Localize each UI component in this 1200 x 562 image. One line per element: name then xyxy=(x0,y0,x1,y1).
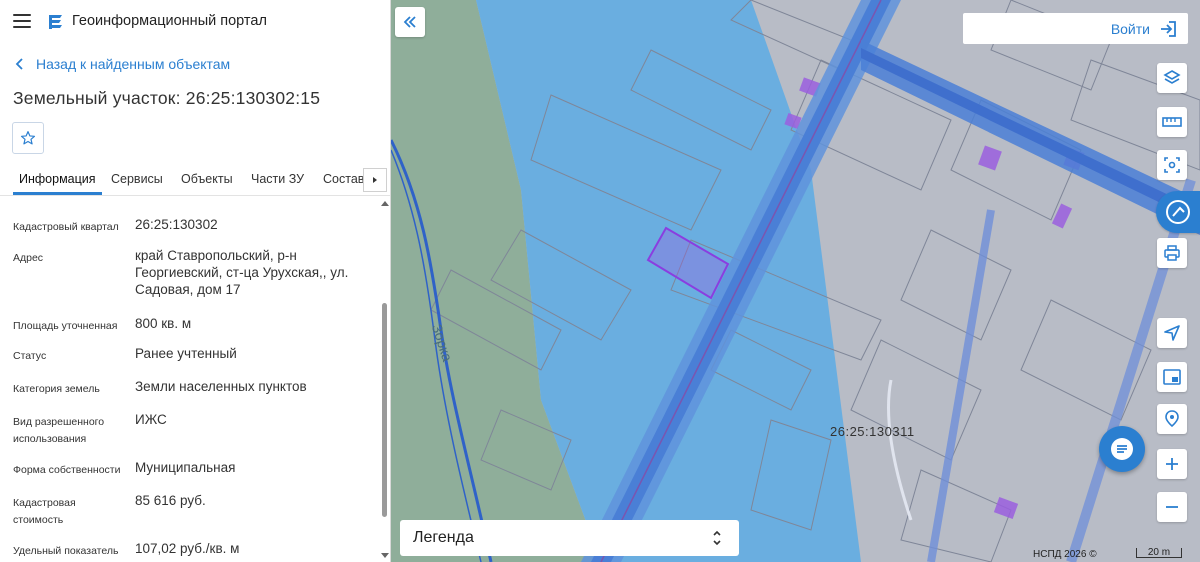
measure-button[interactable] xyxy=(1157,107,1187,137)
favorite-button[interactable] xyxy=(12,122,44,154)
map-view[interactable]: Зорка xyxy=(391,0,1200,562)
zoom-in-button[interactable] xyxy=(1157,449,1187,479)
tab-bar: Информация Сервисы Объекты Части ЗУ Сост… xyxy=(0,164,390,196)
info-value: край Ставропольский, р-н Георгиевский, с… xyxy=(135,248,349,297)
ruler-icon xyxy=(1162,117,1182,127)
back-link-label: Назад к найденным объектам xyxy=(36,56,231,72)
info-label: Форма собственности xyxy=(13,464,121,476)
login-icon xyxy=(1161,20,1176,37)
info-row-ownership: Форма собственности Муниципальная xyxy=(0,460,380,489)
expand-collapse-icon xyxy=(713,530,721,546)
info-value: 26:25:130302 xyxy=(135,217,218,232)
info-row-cadastral-value: Кадастровая стоимость 85 616 руб. xyxy=(0,493,380,538)
info-value: 800 кв. м xyxy=(135,316,192,331)
info-value: Ранее учтенный xyxy=(135,346,237,361)
back-to-results-link[interactable]: Назад к найденным объектам xyxy=(14,56,230,72)
minus-icon xyxy=(1166,506,1178,508)
info-value: 107,02 руб./кв. м xyxy=(135,541,240,556)
navigation-arrow-icon xyxy=(1164,325,1180,341)
layers-icon xyxy=(1163,70,1181,84)
info-row-area: Площадь уточненная 800 кв. м xyxy=(0,316,380,345)
portal-logo-icon xyxy=(49,15,62,29)
print-icon xyxy=(1164,245,1180,261)
login-button[interactable]: Войти xyxy=(963,13,1188,44)
info-label: Удельный показатель xyxy=(13,545,119,557)
scroll-up-arrow-icon[interactable] xyxy=(381,201,389,206)
info-label: Статус xyxy=(13,350,47,362)
page-title: Земельный участок: 26:25:130302:15 xyxy=(13,88,321,108)
info-label: Кадастровая стоимость xyxy=(13,497,76,526)
zoom-out-button[interactable] xyxy=(1157,492,1187,522)
login-label: Войти xyxy=(1110,20,1150,37)
map-attribution: НСПД 2026 © xyxy=(1033,549,1097,560)
minimap-button[interactable] xyxy=(1157,362,1187,392)
location-pin-icon xyxy=(1165,410,1179,428)
info-panel: Геоинформационный портал Назад к найденн… xyxy=(0,0,391,562)
legend-dropdown[interactable]: Легенда xyxy=(400,520,739,556)
info-row-address: Адрес край Ставропольский, р-н Георгиевс… xyxy=(0,248,380,313)
info-label: Площадь уточненная xyxy=(13,320,118,332)
scroll-thumb[interactable] xyxy=(382,303,387,517)
info-row-land-category: Категория земель Земли населенных пункто… xyxy=(0,379,380,408)
legend-label: Легенда xyxy=(413,529,474,546)
scale-bar: 20 m xyxy=(1136,548,1182,558)
scroll-down-arrow-icon[interactable] xyxy=(381,553,389,558)
double-chevron-left-icon xyxy=(403,16,416,28)
info-label: Категория земель xyxy=(13,383,100,395)
app-title: Геоинформационный портал xyxy=(72,13,267,29)
info-label: Вид разрешенного использования xyxy=(13,416,105,445)
tab-parcel-parts[interactable]: Части ЗУ xyxy=(251,172,304,186)
map-canvas[interactable] xyxy=(391,0,1200,562)
tab-objects[interactable]: Объекты xyxy=(181,172,233,186)
minimap-icon xyxy=(1163,369,1181,385)
geolocation-button[interactable] xyxy=(1157,404,1187,434)
layers-button[interactable] xyxy=(1157,63,1187,93)
collapse-panel-button[interactable] xyxy=(395,7,425,37)
identify-button[interactable] xyxy=(1156,191,1200,233)
print-button[interactable] xyxy=(1157,238,1187,268)
menu-icon[interactable] xyxy=(13,14,31,28)
area-select-icon xyxy=(1164,157,1180,173)
locate-button[interactable] xyxy=(1157,318,1187,348)
chat-icon xyxy=(1111,438,1133,460)
info-label: Адрес xyxy=(13,252,44,264)
info-row-unit-value: Удельный показатель 107,02 руб./кв. м xyxy=(0,541,380,562)
info-row-status: Статус Ранее учтенный xyxy=(0,346,380,375)
info-scrollbar[interactable] xyxy=(380,197,390,562)
info-row-permitted-use: Вид разрешенного использования ИЖС xyxy=(0,412,380,457)
tabs-scroll-right-button[interactable] xyxy=(363,168,387,192)
map-search-icon xyxy=(1166,200,1190,224)
info-list: Кадастровый квартал 26:25:130302 Адрес к… xyxy=(0,197,380,562)
panel-header: Геоинформационный портал xyxy=(0,0,390,44)
info-value: ИЖС xyxy=(135,412,167,427)
info-value: Муниципальная xyxy=(135,460,236,475)
caret-right-icon xyxy=(373,177,377,183)
chevron-left-icon xyxy=(15,58,23,70)
cadastral-quarter-label: 26:25:130311 xyxy=(830,424,915,439)
info-value: Земли населенных пунктов xyxy=(135,379,307,394)
info-label: Кадастровый квартал xyxy=(13,221,119,233)
chat-button[interactable] xyxy=(1099,426,1145,472)
plus-icon xyxy=(1166,458,1178,470)
info-value: 85 616 руб. xyxy=(135,493,206,508)
tab-services[interactable]: Сервисы xyxy=(111,172,163,186)
tab-composition[interactable]: Состав xyxy=(323,172,364,186)
tab-information[interactable]: Информация xyxy=(13,172,102,195)
star-icon xyxy=(20,131,36,145)
select-area-button[interactable] xyxy=(1157,150,1187,180)
